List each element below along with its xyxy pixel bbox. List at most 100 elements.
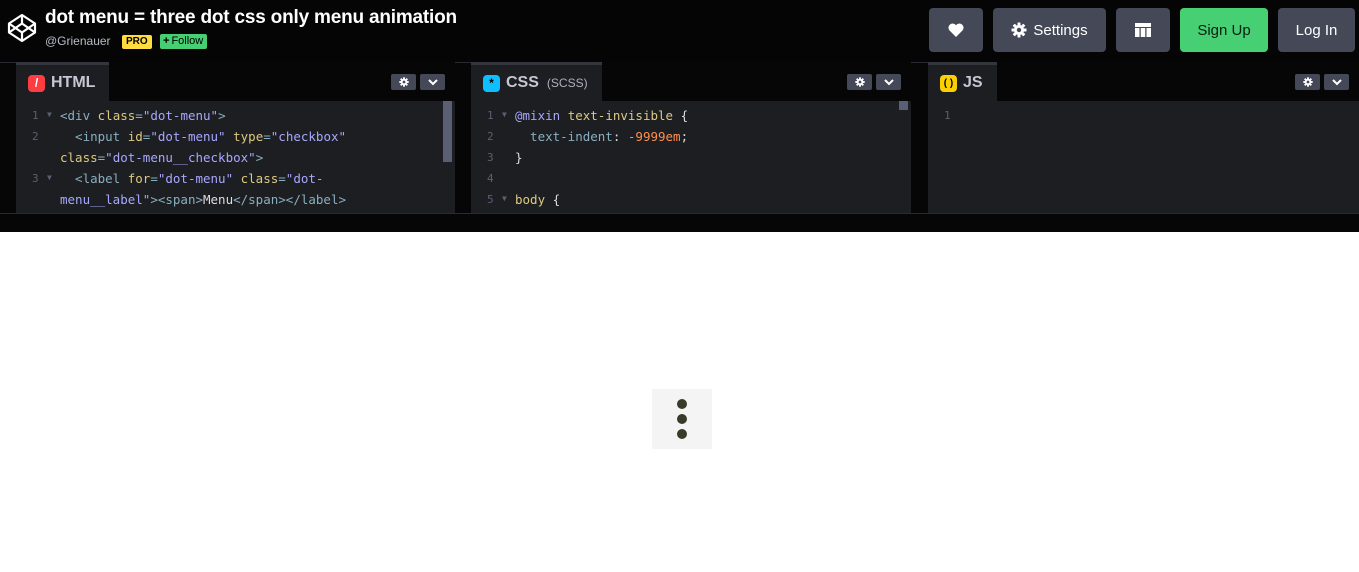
gear-icon (1011, 22, 1027, 38)
code-token: body (515, 192, 546, 207)
js-settings-button[interactable] (1295, 74, 1320, 90)
code-token: Menu (203, 192, 234, 207)
log-in-button[interactable]: Log In (1278, 8, 1355, 52)
code-token: </span></label> (233, 192, 346, 207)
code-token: { (673, 108, 689, 123)
fold-arrow-icon[interactable]: ▼ (47, 104, 52, 125)
code-line-wrap: class = "dot-menu__checkbox" > (16, 147, 455, 168)
code-token: "dot-menu" (157, 171, 234, 186)
code-token: = (142, 129, 151, 144)
code-token: @mixin (515, 108, 568, 123)
code-token: type (225, 129, 264, 144)
code-line: 2 text-indent: -9999em; (471, 126, 911, 147)
tab-html[interactable]: / HTML (16, 62, 110, 101)
change-view-button[interactable] (1116, 8, 1170, 52)
fold-arrow-icon[interactable]: ▼ (47, 167, 52, 188)
html-icon: / (28, 74, 45, 92)
code-line: 5 ▼ body { (471, 189, 911, 210)
code-token: "dot- (285, 171, 324, 186)
css-icon: * (483, 74, 500, 92)
author-link[interactable]: @Grienauer (45, 34, 111, 48)
code-line: 3} (471, 147, 911, 168)
editor-resize-bar[interactable] (0, 213, 1359, 232)
chevron-down-icon (883, 78, 894, 85)
settings-button[interactable]: Settings (993, 8, 1106, 52)
code-line: 1 ▼ <div class = "dot-menu" > (16, 105, 455, 126)
code-token: menu__label" (60, 192, 151, 207)
gear-icon (1302, 77, 1313, 87)
fold-arrow-icon[interactable]: ▼ (502, 104, 507, 125)
line-number: 3 (487, 151, 494, 164)
sign-up-button[interactable]: Sign Up (1180, 8, 1268, 52)
tab-css-preprocessor: (SCSS) (546, 76, 588, 90)
line-number: 2 (32, 130, 39, 143)
line-number: 5 ▼ (471, 189, 515, 210)
code-token: = (135, 108, 143, 123)
js-collapse-button[interactable] (1324, 74, 1349, 90)
css-editor: * CSS (SCSS) 1 ▼ @mixin text-invisible { 2… (471, 62, 911, 214)
editors-panel: / HTML 1 ▼ <div class = "dot-menu" > 2 <input… (0, 62, 1359, 232)
love-button[interactable] (929, 8, 983, 52)
html-collapse-button[interactable] (420, 74, 445, 90)
js-editor-controls (1295, 74, 1349, 90)
dot-icon (677, 414, 687, 424)
js-code-area[interactable]: 1 (928, 101, 1359, 214)
code-token: ; (680, 129, 689, 144)
code-token: <label (60, 171, 128, 186)
line-number: 4 (487, 172, 494, 185)
css-scrollbar[interactable] (899, 101, 908, 110)
line-number-blank (16, 147, 60, 168)
code-token: { (545, 192, 561, 207)
tab-css[interactable]: * CSS (SCSS) (471, 62, 602, 101)
code-token: "dot-menu" (150, 129, 226, 144)
code-token: class (60, 150, 98, 165)
tab-js[interactable]: ( ) JS (928, 62, 997, 101)
line-number: 1 (944, 109, 951, 122)
codepen-logo-icon[interactable] (6, 12, 38, 44)
code-token: > (218, 108, 226, 123)
html-settings-button[interactable] (391, 74, 416, 90)
code-line-wrap: menu__label" ><span> Menu </span></label> (16, 189, 455, 210)
tab-css-label: CSS (506, 74, 539, 91)
line-number: 2 (487, 130, 494, 143)
pro-badge: PRO (122, 35, 152, 49)
pen-title[interactable]: dot menu = three dot css only menu anima… (45, 7, 457, 29)
css-code-area[interactable]: 1 ▼ @mixin text-invisible { 2 text-indent:… (471, 101, 911, 214)
code-line: 2 <input id = "dot-menu" type = "checkbox" (16, 126, 455, 147)
dot-menu-button[interactable] (652, 389, 712, 449)
code-line: 1 (928, 105, 1359, 126)
html-scrollbar[interactable] (443, 101, 452, 162)
dot-icon (677, 429, 687, 439)
html-editor: / HTML 1 ▼ <div class = "dot-menu" > 2 <input… (16, 62, 455, 214)
code-token: = (97, 150, 106, 165)
css-collapse-button[interactable] (876, 74, 901, 90)
code-token: class (97, 108, 136, 123)
fold-arrow-icon[interactable]: ▼ (502, 188, 507, 209)
chevron-down-icon (1331, 78, 1342, 85)
code-token: = (150, 171, 158, 186)
line-number: 1 ▼ (16, 105, 60, 126)
gear-icon (398, 77, 409, 87)
code-token: ><span> (150, 192, 203, 207)
code-token: text-indent (515, 129, 613, 144)
code-token: id (127, 129, 143, 144)
code-token: -9999em (627, 129, 681, 144)
code-token: <input (60, 129, 128, 144)
html-editor-controls (391, 74, 445, 90)
line-number-blank (16, 189, 60, 210)
code-token: "dot-menu" (142, 108, 219, 123)
code-token: "dot-menu__checkbox" (105, 150, 256, 165)
code-token: = (278, 171, 286, 186)
code-token: <div (60, 108, 98, 123)
follow-label: Follow (171, 35, 204, 47)
result-preview (0, 232, 1359, 572)
html-code-area[interactable]: 1 ▼ <div class = "dot-menu" > 2 <input id = "do… (16, 101, 455, 214)
code-token: = (263, 129, 271, 144)
css-settings-button[interactable] (847, 74, 872, 90)
line-number: 1 ▼ (471, 105, 515, 126)
code-line: 4 (471, 168, 911, 189)
css-editor-header: * CSS (SCSS) (471, 62, 911, 101)
code-token: for (127, 171, 151, 186)
js-editor-header: ( ) JS (928, 62, 1359, 101)
follow-button[interactable]: + Follow (160, 34, 208, 49)
